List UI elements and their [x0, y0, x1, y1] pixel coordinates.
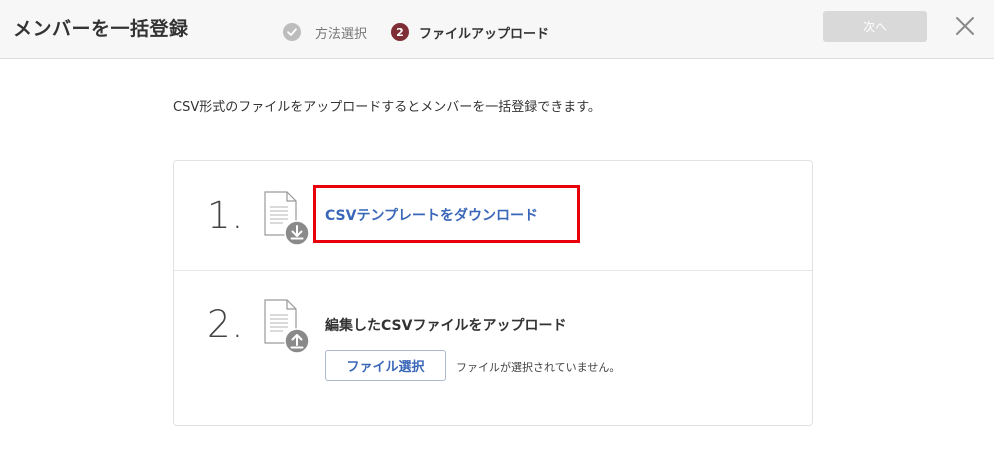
- file-download-icon: [263, 191, 311, 247]
- csv-template-download-link[interactable]: CSVテンプレートをダウンロード: [325, 205, 538, 225]
- close-icon[interactable]: [954, 15, 976, 37]
- card-divider: [174, 270, 812, 271]
- modal-header: メンバーを一括登録 方法選択 2 ファイルアップロード 次へ: [0, 0, 994, 59]
- step-number: 2.: [207, 303, 245, 346]
- step-number: 1.: [207, 194, 245, 237]
- check-icon: [283, 23, 301, 41]
- file-upload-icon: [263, 299, 311, 355]
- next-button[interactable]: 次へ: [823, 11, 927, 42]
- file-status-text: ファイルが選択されていません。: [456, 361, 621, 374]
- step-number-badge: 2: [391, 23, 409, 41]
- upload-title: 編集したCSVファイルをアップロード: [325, 318, 567, 334]
- page-title: メンバーを一括登録: [13, 18, 189, 40]
- step-method-select: 方法選択: [283, 22, 367, 42]
- step-label: ファイルアップロード: [419, 26, 550, 42]
- step-label: 方法選択: [315, 26, 368, 42]
- file-select-button[interactable]: ファイル選択: [325, 350, 446, 381]
- step-file-upload: 2 ファイルアップロード: [391, 22, 549, 42]
- upload-card: 1. CSVテンプレートをダウンロード 2. 編集したCSVファイルをアップロー…: [173, 160, 813, 426]
- intro-text: CSV形式のファイルをアップロードするとメンバーを一括登録できます。: [173, 100, 601, 115]
